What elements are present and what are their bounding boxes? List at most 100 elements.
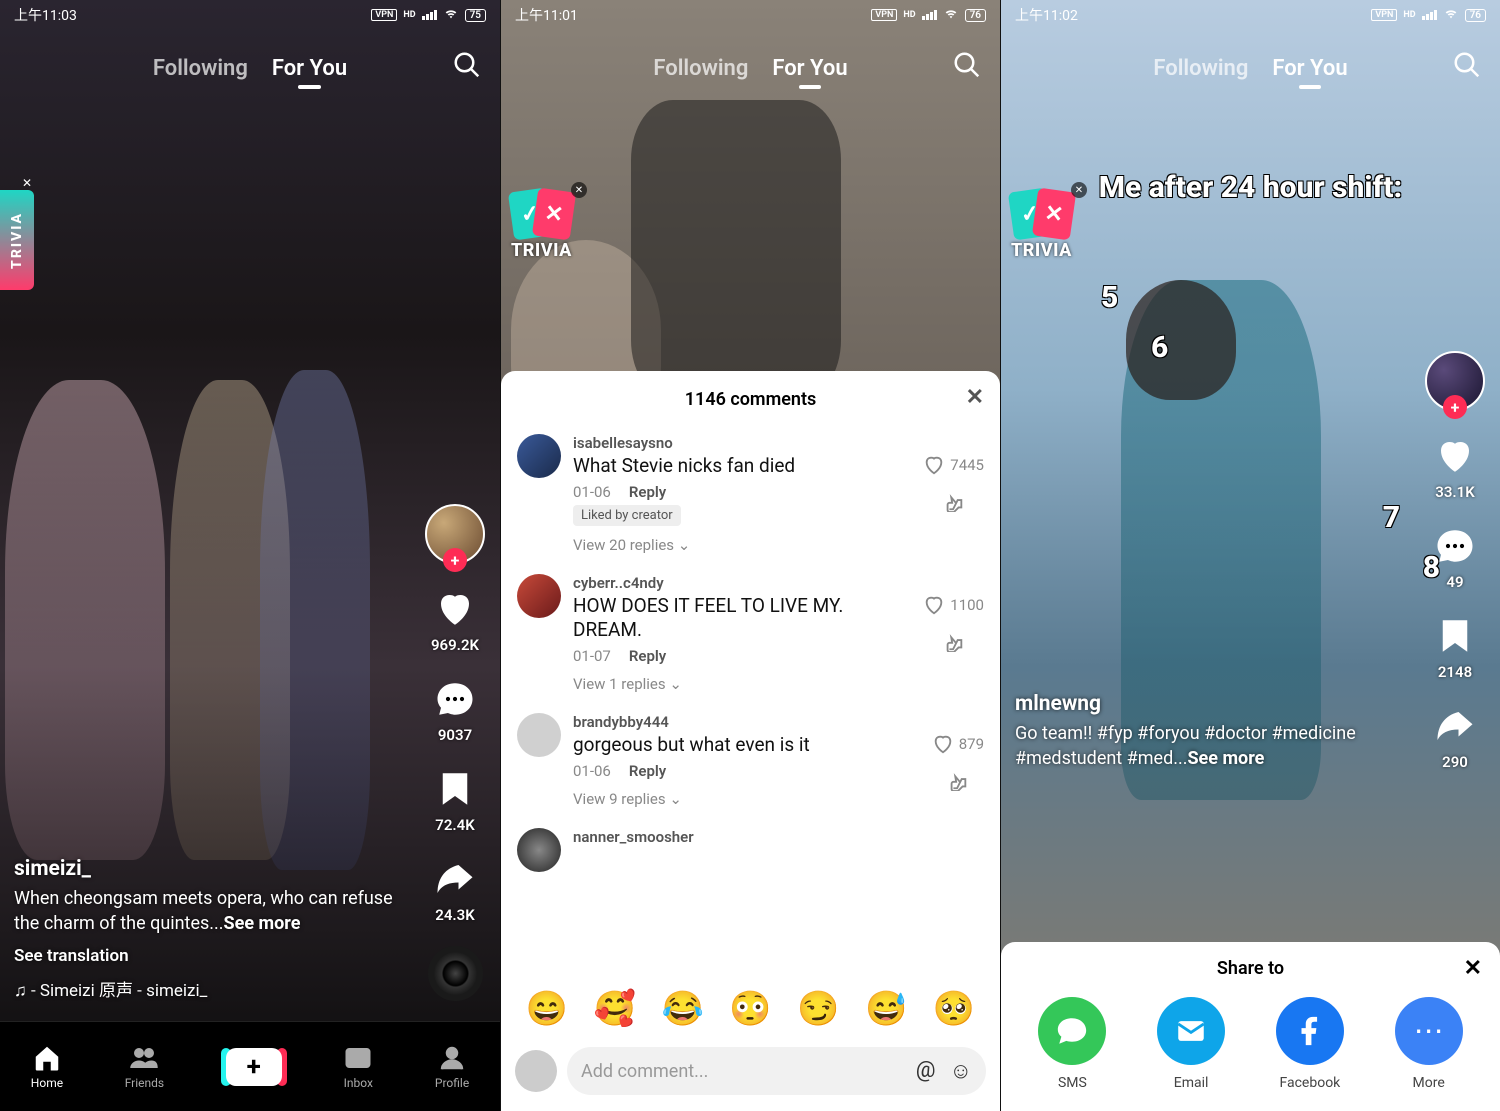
comment-like-button[interactable]: 1100 [923,594,984,616]
comment-like-count: 1100 [950,596,984,614]
share-facebook[interactable]: Facebook [1276,997,1344,1091]
commenter-avatar[interactable] [517,434,561,478]
emoji-reaction[interactable]: 😄 [526,989,568,1029]
trivia-badge[interactable]: ✓ ✕ ✕ TRIVIA [1011,190,1081,261]
commenter-avatar[interactable] [517,828,561,872]
comment-dislike-button[interactable] [943,630,965,656]
tab-for-you[interactable]: For You [772,56,847,81]
save-count: 2148 [1438,663,1472,681]
view-replies-button[interactable]: View 9 replies ⌄ [573,790,920,808]
sound-disc[interactable] [428,946,483,1001]
close-share-button[interactable]: ✕ [1464,956,1482,981]
comment-dislike-button[interactable] [943,490,965,516]
card-x-icon: ✕ [1032,188,1076,241]
nav-inbox[interactable]: Inbox [343,1043,373,1090]
overlay-num: 7 [1383,500,1400,535]
tab-following[interactable]: Following [153,56,248,81]
share-sms[interactable]: SMS [1038,997,1106,1091]
comment-date: 01-07 [573,647,611,665]
commenter-username[interactable]: nanner_smoosher [573,828,984,846]
card-x-icon: ✕ [532,188,576,241]
follow-plus-icon[interactable]: + [1443,395,1467,419]
wifi-icon [443,5,459,25]
emoji-quick-row[interactable]: 😄 🥰 😂 😳 😏 😅 🥺 [501,979,1000,1039]
comment-item: isabellesaysno What Stevie nicks fan die… [517,424,984,564]
trivia-badge[interactable]: ✕ TRIVIA [0,190,34,300]
tab-following[interactable]: Following [1153,56,1248,81]
reply-button[interactable]: Reply [629,483,666,501]
comment-button[interactable]: 9037 [432,676,478,744]
creator-avatar[interactable]: + [425,504,485,564]
follow-plus-icon[interactable]: + [443,548,467,572]
mention-icon[interactable]: @ [916,1058,936,1084]
tab-following[interactable]: Following [653,56,748,81]
close-comments-button[interactable]: ✕ [966,385,984,410]
comment-count: 9037 [438,726,472,744]
comment-like-button[interactable]: 879 [932,733,984,755]
chevron-down-icon: ⌄ [669,790,682,808]
nav-profile[interactable]: Profile [435,1043,469,1090]
share-more[interactable]: ⋯More [1395,997,1463,1091]
see-more-button[interactable]: See more [1187,748,1264,769]
save-button[interactable]: 72.4K [432,766,478,834]
emoji-picker-icon[interactable]: ☺ [950,1058,972,1084]
comment-button[interactable]: 49 [1432,523,1478,591]
emoji-reaction[interactable]: 😂 [661,989,703,1029]
comment-dislike-button[interactable] [947,769,969,795]
nav-home[interactable]: Home [31,1043,63,1090]
reply-button[interactable]: Reply [629,647,666,665]
sound-link[interactable]: ♫ - Simeizi 原声 - simeizi_ [14,976,410,1001]
vpn-indicator: VPN [871,9,897,21]
comment-input[interactable]: Add comment... @☺ [567,1047,986,1095]
share-button[interactable]: 290 [1432,703,1478,771]
commenter-username[interactable]: isabellesaysno [573,434,911,452]
view-replies-button[interactable]: View 20 replies ⌄ [573,536,911,554]
creator-username[interactable]: simeizi_ [14,857,410,881]
search-button[interactable] [952,50,982,86]
video-caption[interactable]: When cheongsam meets opera, who can refu… [14,887,410,936]
like-button[interactable]: 969.2K [431,586,479,654]
clock: 上午11:01 [515,5,578,25]
tab-for-you[interactable]: For You [1272,56,1347,81]
reply-button[interactable]: Reply [629,762,666,780]
video-caption[interactable]: Go team!! #fyp #foryou #doctor #medicine… [1015,722,1400,771]
hd-indicator: HD [403,10,415,20]
comment-like-button[interactable]: 7445 [923,454,984,476]
commenter-avatar[interactable] [517,574,561,618]
emoji-reaction[interactable]: 🥺 [933,989,975,1029]
tab-for-you[interactable]: For You [272,56,347,81]
nav-friends[interactable]: Friends [125,1043,164,1090]
nav-create[interactable]: + [226,1048,282,1086]
emoji-reaction[interactable]: 😳 [729,989,771,1029]
commenter-username[interactable]: brandybby444 [573,713,920,731]
comments-sheet: 1146 comments ✕ isabellesaysno What Stev… [501,371,1000,1111]
see-translation-button[interactable]: See translation [14,946,410,966]
clock: 上午11:03 [14,5,77,25]
share-email[interactable]: Email [1157,997,1225,1091]
battery-indicator: 75 [465,9,486,22]
see-more-button[interactable]: See more [224,913,301,934]
emoji-reaction[interactable]: 🥰 [594,989,636,1029]
close-icon[interactable]: ✕ [1071,182,1087,198]
signal-icon [922,10,937,20]
creator-avatar[interactable]: + [1425,351,1485,411]
search-button[interactable] [452,50,482,86]
search-button[interactable] [1452,50,1482,86]
commenter-username[interactable]: cyberr..c4ndy [573,574,911,592]
share-button[interactable]: 24.3K [432,856,478,924]
share-count: 24.3K [435,906,474,924]
emoji-reaction[interactable]: 😏 [797,989,839,1029]
like-button[interactable]: 33.1K [1432,433,1478,501]
commenter-avatar[interactable] [517,713,561,757]
close-icon[interactable]: ✕ [22,176,32,190]
close-icon[interactable]: ✕ [571,182,587,198]
comment-text: What Stevie nicks fan died [573,454,911,479]
trivia-badge[interactable]: ✓ ✕ ✕ TRIVIA [511,190,581,261]
creator-username[interactable]: mlnewng [1015,692,1400,716]
view-replies-button[interactable]: View 1 replies ⌄ [573,675,911,693]
save-button[interactable]: 2148 [1432,613,1478,681]
vpn-indicator: VPN [1371,9,1397,21]
my-avatar[interactable] [515,1050,557,1092]
emoji-reaction[interactable]: 😅 [865,989,907,1029]
trivia-label: TRIVIA [511,240,581,261]
